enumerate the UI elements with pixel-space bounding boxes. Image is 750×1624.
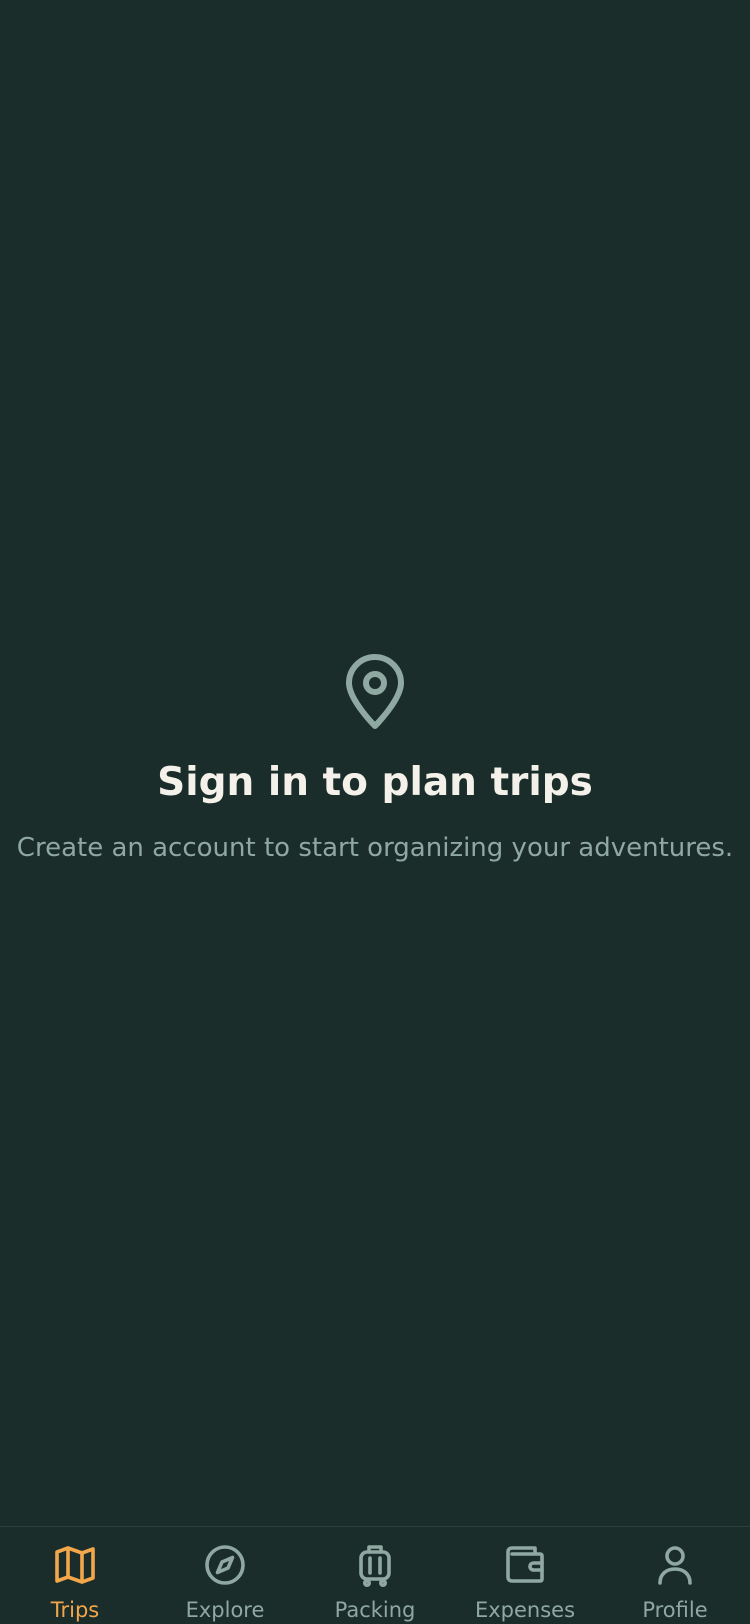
compass-icon <box>205 1545 245 1585</box>
tab-profile-label: Profile <box>642 1598 708 1622</box>
tab-profile[interactable]: Profile <box>600 1527 750 1624</box>
tab-expenses-label: Expenses <box>474 1598 576 1622</box>
tab-explore-label: Explore <box>185 1598 265 1622</box>
tab-trips-label: Trips <box>50 1598 100 1622</box>
tab-packing[interactable]: Packing <box>300 1527 450 1624</box>
empty-state-title: Sign in to plan trips <box>157 760 593 805</box>
luggage-icon <box>359 1545 391 1587</box>
wallet-icon <box>506 1546 544 1583</box>
bottom-tab-bar: Trips Explore Packing Expenses Profile <box>0 1526 750 1624</box>
empty-state: Sign in to plan trips Create an account … <box>0 654 750 866</box>
user-icon <box>658 1546 692 1585</box>
tab-trips[interactable]: Trips <box>0 1527 150 1624</box>
map-icon <box>55 1546 95 1584</box>
app-screen: Sign in to plan trips Create an account … <box>0 0 750 1624</box>
empty-state-subtitle: Create an account to start organizing yo… <box>16 833 734 863</box>
tab-expenses[interactable]: Expenses <box>450 1527 600 1624</box>
tab-packing-label: Packing <box>334 1598 416 1622</box>
map-pin-icon <box>346 654 404 729</box>
tab-explore[interactable]: Explore <box>150 1527 300 1624</box>
